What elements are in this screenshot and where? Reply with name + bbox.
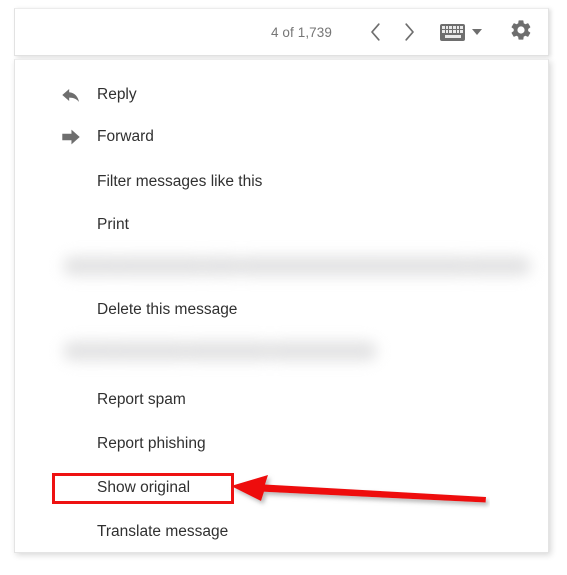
menu-item-label: Report phishing bbox=[97, 435, 206, 452]
forward-arrow-icon bbox=[59, 125, 83, 149]
menu-item-label: Translate message bbox=[97, 523, 229, 540]
menu-item-label: Reply bbox=[97, 86, 137, 103]
screenshot-root: 4 of 1,739 Reply Forward Filter messages… bbox=[0, 0, 567, 575]
gear-icon bbox=[509, 18, 533, 47]
menu-item-reply[interactable]: Reply bbox=[15, 74, 548, 116]
menu-item-forward[interactable]: Forward bbox=[15, 116, 548, 158]
menu-item-label: Report spam bbox=[97, 391, 186, 408]
pagination-count: 4 of 1,739 bbox=[270, 24, 332, 40]
menu-item-translate-message[interactable]: Translate message bbox=[15, 511, 548, 553]
menu-item-show-original[interactable]: Show original bbox=[15, 467, 548, 509]
redacted-menu-item-row[interactable] bbox=[59, 250, 531, 282]
settings-button[interactable] bbox=[504, 15, 538, 49]
menu-item-print[interactable]: Print bbox=[15, 204, 548, 246]
menu-item-filter-messages[interactable]: Filter messages like this bbox=[15, 161, 548, 203]
next-message-button[interactable] bbox=[392, 15, 426, 49]
chevron-right-icon bbox=[403, 22, 416, 42]
menu-item-label: Print bbox=[97, 216, 129, 233]
menu-item-report-spam[interactable]: Report spam bbox=[15, 379, 548, 421]
reply-arrow-icon bbox=[59, 83, 83, 107]
menu-item-label: Show original bbox=[97, 479, 191, 496]
chevron-left-icon bbox=[369, 22, 382, 42]
menu-item-report-phishing[interactable]: Report phishing bbox=[15, 423, 548, 465]
message-toolbar: 4 of 1,739 bbox=[14, 8, 549, 56]
previous-message-button[interactable] bbox=[358, 15, 392, 49]
keyboard-shortcuts-button[interactable] bbox=[440, 23, 482, 41]
chevron-down-icon[interactable] bbox=[472, 29, 482, 35]
menu-item-label: Forward bbox=[97, 128, 154, 145]
keyboard-icon bbox=[440, 23, 465, 41]
more-options-menu: Reply Forward Filter messages like this … bbox=[14, 59, 549, 553]
redacted-menu-item-row[interactable] bbox=[59, 335, 399, 367]
menu-item-label: Delete this message bbox=[97, 301, 238, 318]
menu-item-delete-message[interactable]: Delete this message bbox=[15, 289, 548, 331]
menu-item-label: Filter messages like this bbox=[97, 173, 263, 190]
